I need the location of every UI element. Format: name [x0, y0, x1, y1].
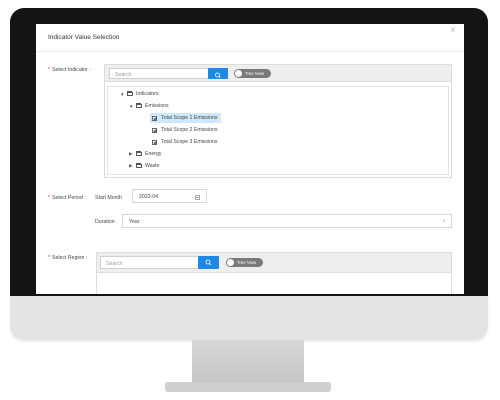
monitor-screen: Indicator Value Selection × * Select Indi… [36, 24, 464, 294]
toggle-knob [227, 259, 234, 266]
start-month-value: 2022-04 [139, 194, 159, 200]
folder-open-icon [136, 103, 142, 109]
indicator-tree-view-label: Tree View [245, 70, 265, 76]
tree-leaf-scope-3[interactable]: Total Scope 3 Emissions [152, 137, 218, 147]
tree-node-energy-label: Energy [145, 151, 162, 157]
monitor-stand-neck [192, 340, 304, 384]
tree-leaf-scope-3-label: Total Scope 3 Emissions [161, 139, 218, 145]
tree-leaf-scope-1-label: Total Scope 1 Emissions [161, 115, 218, 121]
region-panel: Search Tree View [96, 252, 452, 294]
duration-select[interactable]: Year ∨ [122, 214, 452, 228]
required-marker: * [48, 67, 51, 73]
duration-value: Year [129, 219, 140, 225]
indicator-label: Select Indicator : [52, 67, 91, 73]
calendar-icon[interactable] [195, 194, 201, 200]
chevron-down-icon: ∨ [442, 218, 446, 224]
tree-node-waste[interactable]: ▶ Waste [129, 161, 160, 171]
close-icon[interactable]: × [450, 26, 456, 36]
duration-label: Duration [95, 219, 115, 225]
region-label-row: * Select Region : [48, 255, 87, 261]
tree-leaf-scope-2[interactable]: Total Scope 2 Emissions [152, 125, 218, 135]
tree-node-indicators-label: Indicators [136, 91, 159, 97]
tree-node-energy[interactable]: ▶ Energy [129, 149, 161, 159]
region-tree-view-label: Tree View [237, 259, 257, 265]
region-search-placeholder: Search [106, 260, 123, 267]
period-label-row: * Select Period : [48, 195, 86, 201]
indicator-search-placeholder: Search [115, 71, 132, 78]
toggle-knob [235, 70, 242, 77]
monitor-stand-foot [165, 382, 331, 392]
caret-down-icon[interactable]: ▼ [120, 92, 127, 97]
indicator-label-row: * Select Indicator : [48, 67, 91, 73]
tree-node-waste-label: Waste [145, 163, 160, 169]
dialog-title: Indicator Value Selection [48, 34, 120, 41]
region-tree-view-toggle[interactable]: Tree View [226, 258, 263, 267]
start-month-label: Start Month [95, 195, 122, 201]
tree-node-indicators[interactable]: ▼ Indicators [120, 89, 159, 99]
search-icon [205, 259, 212, 266]
region-label: Select Region : [52, 255, 88, 261]
period-label: Select Period : [52, 195, 86, 201]
required-marker: * [48, 255, 51, 261]
folder-icon [136, 163, 142, 169]
tree-node-emissions[interactable]: ▼ Emissions [129, 101, 169, 111]
caret-down-icon[interactable]: ▼ [129, 104, 136, 109]
start-month-picker[interactable]: 2022-04 [132, 189, 207, 203]
folder-open-icon [127, 91, 133, 97]
indicator-tree: ▼ Indicators ▼ Emissions Total Scope 1 E… [107, 86, 449, 175]
checkbox-icon[interactable] [152, 115, 157, 121]
indicator-panel: Search Tree View ▼ Indicators ▼ Emission… [104, 64, 452, 178]
folder-icon [136, 151, 142, 157]
checkbox-icon[interactable] [152, 127, 157, 133]
caret-right-icon[interactable]: ▶ [129, 163, 136, 169]
required-marker: * [48, 195, 51, 201]
monitor-chin [10, 296, 488, 340]
region-search-button[interactable] [198, 256, 219, 269]
checkbox-icon[interactable] [152, 139, 157, 145]
region-panel-toolbar: Search Tree View [97, 253, 451, 273]
caret-right-icon[interactable]: ▶ [129, 151, 136, 157]
tree-leaf-scope-1[interactable]: Total Scope 1 Emissions [150, 113, 221, 123]
indicator-search-button[interactable] [208, 68, 228, 79]
dialog-header: Indicator Value Selection × [36, 24, 464, 52]
search-icon [215, 72, 221, 79]
indicator-panel-toolbar: Search Tree View [105, 65, 451, 82]
tree-node-emissions-label: Emissions [145, 103, 169, 109]
indicator-tree-view-toggle[interactable]: Tree View [234, 69, 271, 78]
tree-leaf-scope-2-label: Total Scope 2 Emissions [161, 127, 218, 133]
